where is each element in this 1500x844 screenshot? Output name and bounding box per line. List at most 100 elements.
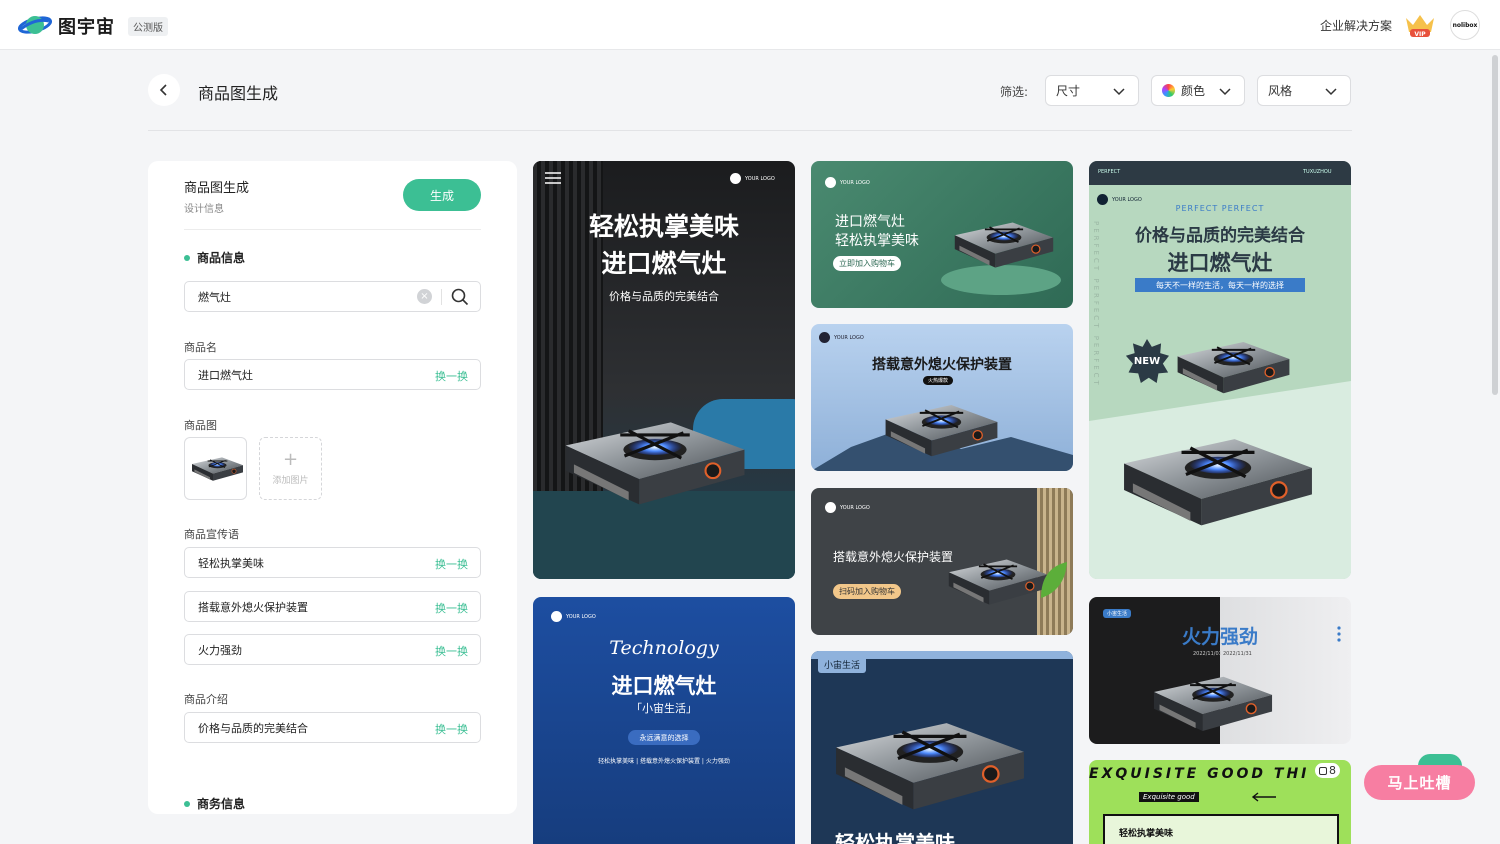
card-headline: 轻松执掌美味 [588,212,739,241]
business-info-label: 商务信息 [197,797,246,811]
product-name-label: 商品名 [184,341,217,354]
enterprise-solutions-link[interactable]: 企业解决方案 [1320,17,1392,34]
slogan-field-2[interactable]: 搭载意外熄火保护装置 换一换 [184,591,481,622]
card-headline: 价格与品质的完美结合 [1135,226,1305,246]
product-info-heading: 商品信息 [184,249,245,266]
slogan-field-3[interactable]: 火力强劲 换一换 [184,634,481,665]
business-info-heading: 商务信息 [184,795,245,812]
product-search-input[interactable]: 燃气灶 × [184,281,481,312]
logo-mark: YOUR LOGO [730,173,775,184]
chevron-down-icon [1219,88,1231,96]
color-filter-dropdown[interactable]: 颜色 [1151,75,1245,106]
product-name-value: 进口燃气灶 [198,368,253,382]
search-separator [441,289,442,305]
card-headline: 轻松执掌美味 [835,831,955,844]
choice-pill: 永远满意的选择 [628,730,700,745]
card-headline: 搭载意外熄火保护装置 [833,550,954,564]
logo-mark: YOUR LOGO [825,177,870,188]
clear-icon[interactable]: × [417,289,432,304]
page-scrollbar[interactable] [1492,55,1498,395]
template-card-1[interactable]: YOUR LOGO 轻松执掌美味 进口燃气灶 价格与品质的完美结合 [533,161,795,579]
color-filter-label: 颜色 [1181,84,1206,98]
slogan-field-1[interactable]: 轻松执掌美味 换一换 [184,547,481,578]
beta-badge: 公测版 [128,17,168,36]
swap-button[interactable]: 换一换 [435,600,468,616]
stove-image [1176,340,1291,395]
size-filter-dropdown[interactable]: 尺寸 [1045,75,1139,106]
stove-image [191,456,244,482]
copy-count: 8 [1329,764,1336,777]
planet-logo-icon[interactable] [18,12,52,38]
feature-line: 轻松执掌美味 | 搭载意外熄火保护装置 | 火力强劲 [598,758,730,765]
template-card-7[interactable]: PERFECT TUXUZHOU YOUR LOGO PERFECT PERFE… [1089,161,1351,579]
add-image-button[interactable]: + 添加图片 [259,437,322,500]
template-card-8[interactable]: 小宙生活 火力强劲 2022/11/01 2022/11/31 [1089,597,1351,744]
intro-value: 价格与品质的完美结合 [198,721,308,735]
arc-text: PERFECT PERFECT [1175,204,1265,213]
leaf-icon [1041,562,1067,598]
template-card-6[interactable]: 小宙生活 轻松执掌美味 [811,651,1073,844]
product-image-label: 商品图 [184,419,217,432]
vip-crown-icon[interactable]: VIP [1404,12,1436,38]
logo-text: YOUR LOGO [840,179,870,186]
feedback-button[interactable]: 马上吐槽 [1364,765,1475,800]
product-name-field[interactable]: 进口燃气灶 换一换 [184,359,481,390]
product-image-thumbnail[interactable] [184,437,247,500]
slogan-banner: 每天不一样的生活，每天一样的选择 [1135,278,1305,292]
swap-button[interactable]: 换一换 [435,368,468,384]
vip-label: VIP [1414,31,1426,38]
swap-button[interactable]: 换一换 [435,643,468,659]
search-icon[interactable] [451,288,469,306]
panel-title: 商品图生成 [184,181,250,196]
product-info-label: 商品信息 [197,251,246,265]
logo-circle-icon [819,332,830,343]
color-wheel-icon [1162,84,1175,97]
generate-button[interactable]: 生成 [403,179,481,211]
section-dot [184,800,190,807]
stove-image [1122,437,1314,527]
style-filter-label: 风格 [1268,84,1293,98]
template-card-9[interactable]: EXQUISITE GOOD THI 8 Exquisite good 轻松执掌… [1089,760,1351,844]
template-card-3[interactable]: YOUR LOGO 搭载意外熄火保护装置 火热爆款 [811,324,1073,471]
stove-image [953,221,1055,269]
intro-field[interactable]: 价格与品质的完美结合 换一换 [184,712,481,743]
slogan-value: 火力强劲 [198,643,242,657]
stove-image [884,403,999,458]
top-header: 图宇宙 公测版 企业解决方案 VIP nolibox [0,0,1500,50]
back-button[interactable] [148,74,180,106]
arrow-left-icon [1251,792,1276,802]
user-avatar[interactable]: nolibox [1450,10,1480,40]
page-title: 商品图生成 [198,84,279,103]
slogan-label: 商品宣传语 [184,528,239,541]
card-headline: 搭载意外熄火保护装置 [872,357,1012,373]
panel-subtitle: 设计信息 [184,204,224,215]
template-card-2[interactable]: YOUR LOGO 进口燃气灶 轻松执掌美味 立即加入购物车 [811,161,1073,308]
add-image-label: 添加图片 [272,476,309,486]
template-card-4[interactable]: YOUR LOGO 搭载意外熄火保护装置 扫码加入购物车 [811,488,1073,635]
brand-tag: 小宙生活 [818,656,867,673]
logo-circle-icon [825,502,836,513]
design-info-panel: 商品图生成 设计信息 生成 商品信息 燃气灶 × 商品名 进口燃气灶 换一换 商… [148,161,517,814]
filter-label: 筛选: [1000,85,1029,99]
slogan-value: 搭载意外熄火保护装置 [198,600,308,614]
swap-button[interactable]: 换一换 [435,556,468,572]
swap-button[interactable]: 换一换 [435,721,468,737]
logo-text: YOUR LOGO [840,504,870,511]
brand-mark: TUXUZHOU [1303,169,1332,175]
chevron-down-icon [1325,88,1337,96]
card-headline: 进口燃气灶 [835,214,905,230]
plus-icon: + [282,449,299,470]
style-filter-dropdown[interactable]: 风格 [1257,75,1351,106]
logo-mark: YOUR LOGO [551,611,596,622]
brand-tag: 小宙生活 [1103,609,1132,618]
card-headline-2: 进口燃气灶 [601,249,727,278]
hot-tag: 火热爆款 [923,376,954,385]
brand-name[interactable]: 图宇宙 [58,13,115,39]
stove-image [834,721,1026,811]
quote-text: 「小宙生活」 [631,702,697,715]
perfect-tag: PERFECT [1098,169,1121,175]
copy-count-badge[interactable]: 8 [1315,763,1340,778]
template-card-5[interactable]: YOUR LOGO Technology 进口燃气灶 「小宙生活」 永远满意的选… [533,597,795,844]
logo-mark: YOUR LOGO [819,332,864,343]
title-divider [148,130,1352,131]
